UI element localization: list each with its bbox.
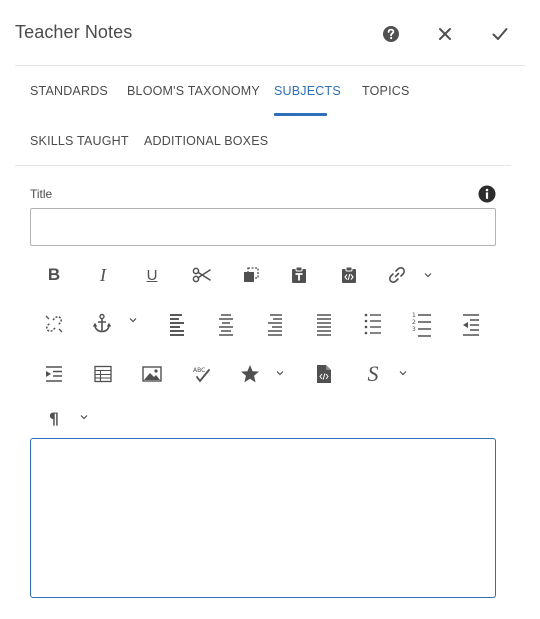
link-button[interactable] — [383, 261, 411, 289]
tab-topics[interactable]: TOPICS — [362, 84, 410, 98]
outdent-icon — [463, 314, 479, 336]
anchor-icon — [92, 313, 112, 333]
bulleted-list-icon — [364, 313, 381, 335]
special-characters-button[interactable] — [236, 360, 264, 388]
paragraph-format-icon: ¶ — [48, 408, 60, 428]
chevron-down-icon — [80, 415, 88, 420]
rich-text-editor[interactable] — [30, 438, 496, 598]
image-button[interactable] — [138, 360, 166, 388]
unlink-button[interactable] — [40, 310, 68, 338]
tab-blooms-taxonomy[interactable]: BLOOM'S TAXONOMY — [127, 84, 260, 98]
special-characters-icon — [241, 365, 259, 383]
align-right-icon — [268, 314, 282, 336]
bold-icon: B — [47, 265, 61, 284]
dialog-title: Teacher Notes — [15, 22, 133, 42]
link-options-button[interactable] — [422, 269, 434, 281]
justify-button[interactable] — [310, 310, 338, 338]
chevron-down-icon — [399, 371, 407, 376]
paste-text-button[interactable] — [285, 261, 313, 289]
spellcheck-button[interactable]: ABC — [187, 360, 215, 388]
title-info-button[interactable] — [478, 185, 496, 203]
underline-button[interactable]: U — [138, 261, 166, 289]
close-button[interactable] — [433, 22, 457, 46]
align-right-button[interactable] — [261, 310, 289, 338]
align-left-button[interactable] — [163, 310, 191, 338]
align-center-icon — [219, 314, 233, 336]
image-icon — [142, 366, 162, 382]
link-icon — [389, 267, 405, 283]
copy-button[interactable] — [237, 261, 265, 289]
svg-text:2: 2 — [412, 319, 416, 326]
tab-standards[interactable]: STANDARDS — [30, 84, 108, 98]
spellcheck-icon: ABC — [193, 367, 210, 383]
table-button[interactable] — [89, 360, 117, 388]
tabs-divider — [15, 165, 511, 166]
chevron-down-icon — [424, 273, 432, 278]
italic-button[interactable]: I — [89, 261, 117, 289]
chevron-down-icon — [276, 371, 284, 376]
special-characters-options-button[interactable] — [274, 367, 286, 379]
close-icon — [439, 28, 451, 40]
title-label: Title — [30, 187, 53, 201]
italic-icon: I — [100, 264, 106, 285]
tab-skills-taught[interactable]: SKILLS TAUGHT — [30, 134, 129, 148]
paste-html-icon — [342, 266, 356, 283]
tab-list: STANDARDS BLOOM'S TAXONOMY SUBJECTS TOPI… — [15, 66, 511, 166]
cut-button[interactable] — [188, 261, 216, 289]
done-button[interactable] — [488, 22, 512, 46]
anchor-options-button[interactable] — [127, 314, 139, 326]
bulleted-list-button[interactable] — [359, 310, 387, 338]
chevron-down-icon — [129, 318, 137, 323]
dialog-header: Teacher Notes — [0, 0, 540, 66]
anchor-button[interactable] — [88, 310, 116, 338]
paste-html-button[interactable] — [335, 261, 363, 289]
help-button[interactable] — [379, 22, 403, 46]
paste-text-icon — [292, 266, 306, 283]
justify-icon — [317, 314, 331, 336]
styles-icon: S — [367, 361, 379, 386]
title-input[interactable] — [30, 208, 496, 246]
indent-button[interactable] — [40, 360, 68, 388]
numbered-list-icon: 1 2 3 — [412, 312, 431, 337]
source-edit-icon — [317, 365, 331, 383]
underline-icon: U — [146, 266, 158, 284]
tab-subjects[interactable]: SUBJECTS — [274, 84, 341, 98]
styles-options-button[interactable] — [397, 367, 409, 379]
outdent-button[interactable] — [457, 310, 485, 338]
selected-tab-indicator — [274, 113, 327, 116]
align-center-button[interactable] — [212, 310, 240, 338]
help-icon — [383, 26, 399, 42]
paragraph-format-options-button[interactable] — [78, 411, 90, 423]
paragraph-format-button[interactable]: ¶ — [40, 404, 68, 432]
info-icon — [478, 185, 496, 203]
source-edit-button[interactable] — [310, 360, 338, 388]
unlink-icon — [45, 315, 63, 333]
svg-text:ABC: ABC — [193, 367, 205, 374]
checkmark-icon — [492, 28, 508, 40]
svg-text:3: 3 — [412, 326, 416, 333]
svg-text:1: 1 — [412, 312, 416, 319]
copy-icon — [244, 267, 259, 282]
cut-icon — [192, 267, 211, 283]
numbered-list-button[interactable]: 1 2 3 — [408, 310, 436, 338]
indent-icon — [46, 366, 62, 382]
bold-button[interactable]: B — [40, 261, 68, 289]
table-icon — [94, 365, 112, 383]
align-left-icon — [170, 314, 184, 336]
tab-additional-boxes[interactable]: ADDITIONAL BOXES — [144, 134, 268, 148]
styles-button[interactable]: S — [359, 360, 387, 388]
